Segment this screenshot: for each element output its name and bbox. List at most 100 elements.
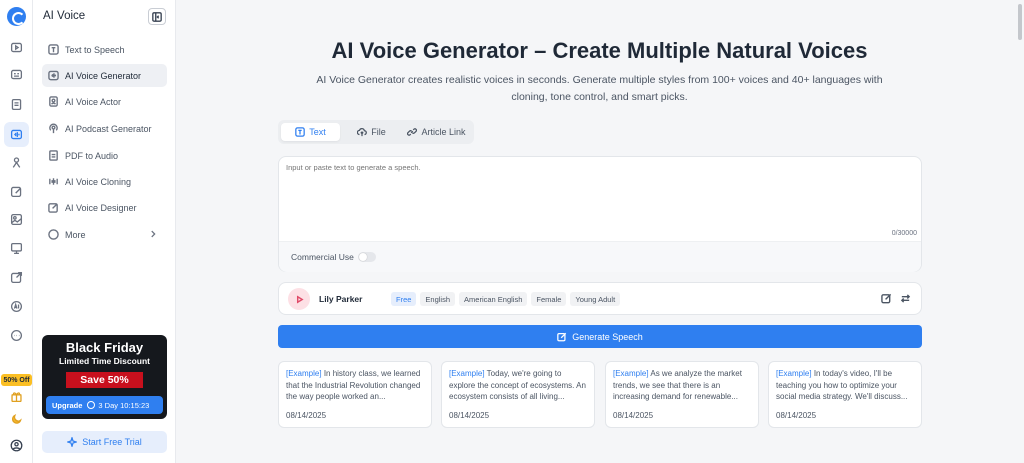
swap-voice-icon[interactable] <box>900 293 911 304</box>
start-free-trial-button[interactable]: Start Free Trial <box>42 431 167 453</box>
character-counter: 0/30000 <box>891 230 917 237</box>
edit-icon[interactable] <box>8 183 25 200</box>
presentation-icon[interactable] <box>8 240 25 257</box>
avatar-person-icon[interactable] <box>8 154 25 171</box>
upload-cloud-icon <box>357 128 368 137</box>
sidebar-item-label: PDF to Audio <box>65 150 119 161</box>
generate-speech-label: Generate Speech <box>572 331 643 342</box>
sidebar-item-label: AI Voice Actor <box>65 96 122 107</box>
sidebar-item-text-to-speech[interactable]: Text to Speech <box>42 38 167 61</box>
edit-sparkle-icon <box>557 332 567 341</box>
tab-label: Article Link <box>421 127 466 137</box>
voice-tag: Female <box>531 292 567 306</box>
play-icon <box>296 295 304 303</box>
example-card[interactable]: [Example] In history class, we learned t… <box>278 361 432 428</box>
example-text-block: [Example] As we analyze the market trend… <box>613 368 751 403</box>
black-friday-promo-card[interactable]: Black Friday Limited Time Discount Save … <box>42 335 167 419</box>
icon-rail: 50% Off <box>0 0 33 463</box>
external-edit-icon[interactable] <box>8 269 25 286</box>
sidebar-item-pdf-to-audio[interactable]: PDF to Audio <box>42 144 167 167</box>
commercial-use-row: Commercial Use <box>279 241 921 272</box>
text-input-card: 0/30000 Commercial Use <box>278 156 922 272</box>
sidebar-toggle-icon <box>152 11 162 22</box>
sidebar-item-label: AI Voice Generator <box>65 70 142 81</box>
designer-icon <box>48 203 58 213</box>
more-options-icon[interactable] <box>8 327 25 344</box>
sidebar-item-ai-voice-cloning[interactable]: AI Voice Cloning <box>42 170 167 193</box>
tab-text[interactable]: Text <box>281 123 340 141</box>
pdf-icon <box>49 150 58 161</box>
start-free-trial-label: Start Free Trial <box>82 437 142 447</box>
text-tab-icon <box>295 127 306 137</box>
sidebar-item-label: AI Voice Cloning <box>65 176 132 187</box>
voice-preview-play-button[interactable] <box>288 288 310 310</box>
voice-generator-icon <box>48 70 59 81</box>
generate-speech-button[interactable]: Generate Speech <box>278 325 922 348</box>
speech-text-input[interactable] <box>286 163 914 233</box>
example-tag: [Example] <box>449 369 485 378</box>
gift-icon[interactable] <box>8 388 25 405</box>
example-card[interactable]: [Example] In today's video, I'll be teac… <box>768 361 922 428</box>
sidebar-item-ai-voice-actor[interactable]: AI Voice Actor <box>42 90 167 113</box>
upgrade-label: Upgrade <box>52 400 83 410</box>
sidebar-item-label: More <box>65 229 86 240</box>
image-icon[interactable] <box>8 211 25 228</box>
sidebar-item-ai-voice-designer[interactable]: AI Voice Designer <box>42 196 167 219</box>
side-panel: AI Voice Text to Speech AI Voice Generat… <box>33 0 176 463</box>
page-scrollbar[interactable] <box>1018 4 1022 40</box>
tab-file[interactable]: File <box>344 123 399 141</box>
commercial-use-toggle[interactable] <box>358 252 376 262</box>
promo-countdown: 3 Day 10:15:23 <box>98 400 150 410</box>
tab-label: File <box>371 127 386 137</box>
example-text-block: [Example] In history class, we learned t… <box>286 368 424 403</box>
page-title: AI Voice Generator – Create Multiple Nat… <box>331 38 868 63</box>
edit-voice-icon[interactable] <box>881 293 892 304</box>
dark-mode-icon[interactable] <box>8 411 25 428</box>
ai-icon[interactable] <box>8 298 25 315</box>
example-date: 08/14/2025 <box>449 411 490 420</box>
voice-tag: Free <box>391 292 417 306</box>
cloning-icon <box>49 178 58 185</box>
voice-actions <box>881 293 911 304</box>
tab-label: Text <box>309 127 326 137</box>
voice-rail-icon[interactable] <box>4 122 29 147</box>
example-date: 08/14/2025 <box>776 411 817 420</box>
example-text-block: [Example] In today's video, I'll be teac… <box>776 368 914 403</box>
more-icon <box>48 229 59 240</box>
voice-tag: American English <box>459 292 528 306</box>
app-logo-icon[interactable] <box>7 7 26 26</box>
promo-save-banner: Save 50% <box>66 372 143 388</box>
page-subtitle: AI Voice Generator creates realistic voi… <box>316 74 883 103</box>
sidebar-item-label: Text to Speech <box>65 44 125 55</box>
example-tag: [Example] <box>286 369 322 378</box>
example-tag: [Example] <box>613 369 649 378</box>
sidebar-item-more[interactable]: More <box>42 223 167 246</box>
document-icon[interactable] <box>8 96 25 113</box>
link-icon <box>407 128 418 136</box>
input-mode-tabs: Text File Article Link <box>278 120 474 144</box>
example-date: 08/14/2025 <box>613 411 654 420</box>
subtitle-icon[interactable] <box>8 66 25 83</box>
voice-tag: English <box>420 292 456 306</box>
promo-subtitle: Limited Time Discount <box>59 356 150 366</box>
user-account-icon[interactable] <box>8 437 25 454</box>
example-card[interactable]: [Example] As we analyze the market trend… <box>605 361 759 428</box>
tab-article-link[interactable]: Article Link <box>402 123 471 141</box>
example-card[interactable]: [Example] Today, we're going to explore … <box>441 361 595 428</box>
voice-name: Lily Parker <box>319 294 363 304</box>
sidebar-item-label: AI Podcast Generator <box>65 123 152 134</box>
collapse-sidebar-button[interactable] <box>148 8 166 25</box>
discount-badge[interactable]: 50% Off <box>1 374 32 386</box>
upgrade-button[interactable]: Upgrade 3 Day 10:15:23 <box>46 396 163 414</box>
podcast-icon <box>49 123 58 134</box>
example-text-block: [Example] Today, we're going to explore … <box>449 368 587 403</box>
sidebar-item-ai-voice-generator[interactable]: AI Voice Generator <box>42 64 167 87</box>
video-icon[interactable] <box>8 39 25 56</box>
main-content: AI Voice Generator – Create Multiple Nat… <box>177 0 1024 463</box>
sidebar-item-ai-podcast-generator[interactable]: AI Podcast Generator <box>42 117 167 140</box>
chevron-right-icon <box>148 229 158 241</box>
voice-selector-card[interactable]: Lily Parker Free English American Englis… <box>278 282 922 315</box>
voice-tags: Free English American English Female You… <box>391 292 621 306</box>
example-date: 08/14/2025 <box>286 411 327 420</box>
clock-icon <box>87 401 96 409</box>
